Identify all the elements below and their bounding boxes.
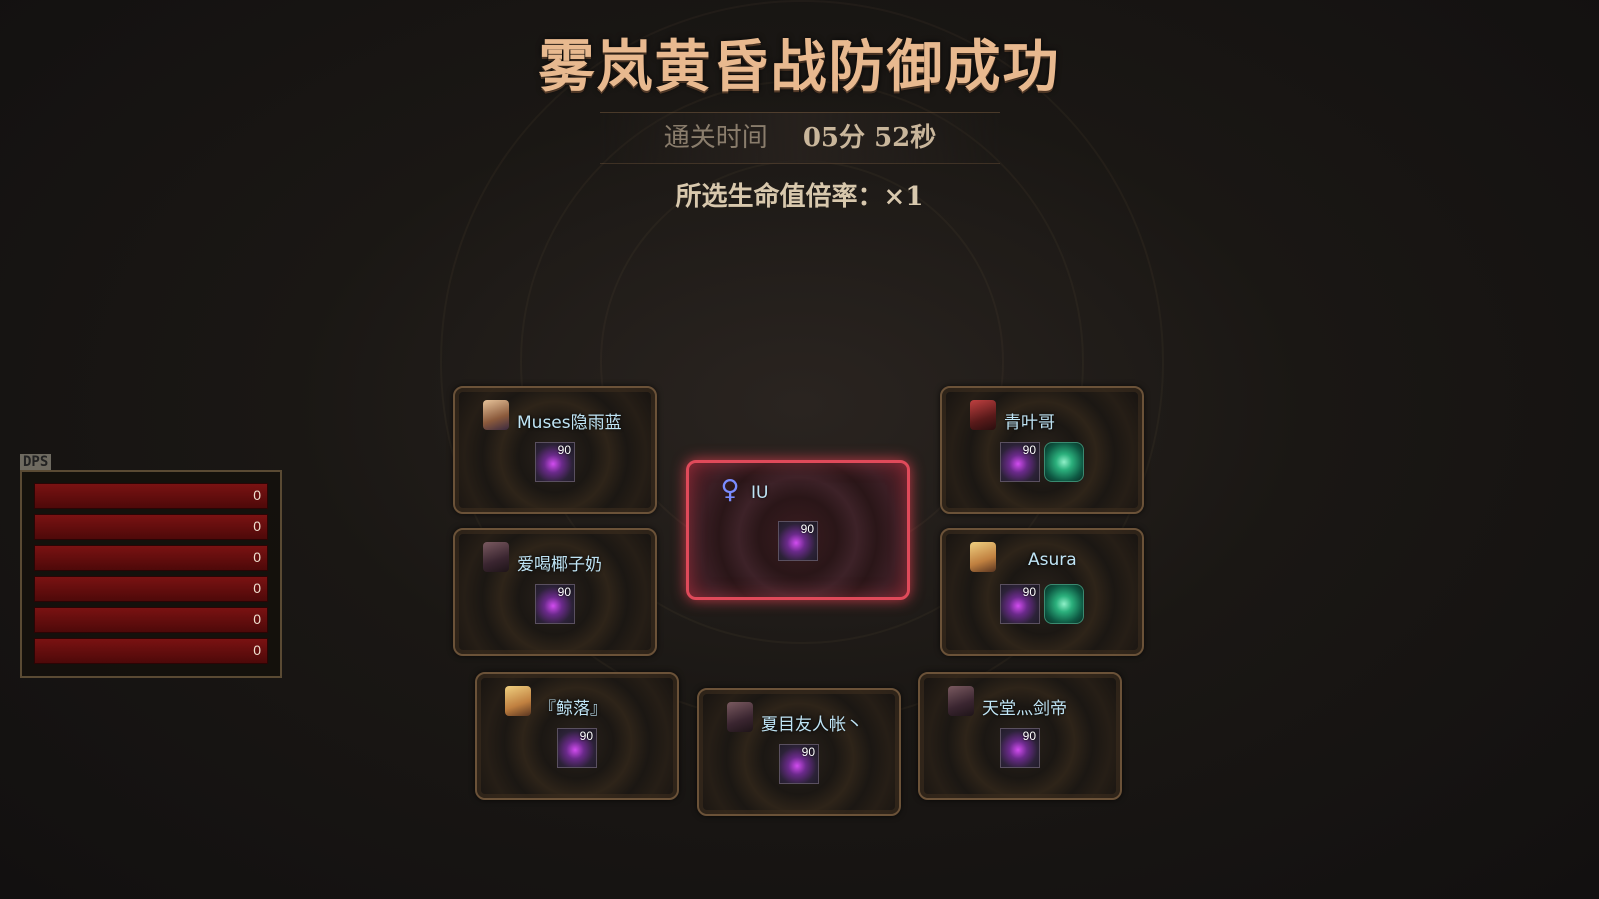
player-card[interactable]: 『鲸落』 90 xyxy=(475,672,679,800)
dps-value: 0 xyxy=(253,487,261,503)
player-avatar xyxy=(970,400,996,430)
dps-bar: 0 xyxy=(34,545,268,571)
purple-crystal-icon[interactable]: 90 xyxy=(779,744,819,784)
dps-bar: 0 xyxy=(34,607,268,633)
purple-crystal-icon[interactable]: 90 xyxy=(557,728,597,768)
player-avatar xyxy=(483,542,509,572)
item-level: 90 xyxy=(800,522,814,536)
clear-time-value: 05分 52秒 xyxy=(802,123,937,153)
player-card[interactable]: 夏目友人帐丶 90 xyxy=(697,688,901,816)
item-level: 90 xyxy=(1022,443,1036,457)
dps-value: 0 xyxy=(253,549,261,565)
dps-bar: 0 xyxy=(34,576,268,602)
purple-crystal-icon[interactable]: 90 xyxy=(535,442,575,482)
equipment-row: 90 xyxy=(942,584,1142,624)
dps-value: 0 xyxy=(253,642,261,658)
dps-value: 0 xyxy=(253,580,261,596)
player-card[interactable]: 青叶哥 90 xyxy=(940,386,1144,514)
player-card[interactable]: 天堂灬剑帝 90 xyxy=(918,672,1122,800)
hp-multiplier-text: 所选生命值倍率：×1 xyxy=(675,182,924,212)
item-level: 90 xyxy=(801,745,815,759)
purple-crystal-icon[interactable]: 90 xyxy=(1000,584,1040,624)
item-level: 90 xyxy=(557,585,571,599)
dps-bar: 0 xyxy=(34,638,268,664)
player-card[interactable]: Muses隐雨蓝 90 xyxy=(453,386,657,514)
player-name: 天堂灬剑帝 xyxy=(982,699,1067,719)
player-card[interactable]: Asura 90 xyxy=(940,528,1144,656)
equipment-row: 90 xyxy=(477,728,677,768)
dps-value: 0 xyxy=(253,611,261,627)
player-name: 青叶哥 xyxy=(1004,413,1055,433)
player-card-self[interactable]: ♀ IU 90 xyxy=(686,460,910,600)
player-avatar xyxy=(727,702,753,732)
dps-bar: 0 xyxy=(34,483,268,509)
equipment-row: 90 xyxy=(699,744,899,784)
equipment-row: 90 xyxy=(920,728,1120,768)
player-name: 夏目友人帐丶 xyxy=(761,715,863,735)
clear-time-row: 通关时间 05分 52秒 xyxy=(600,112,1000,164)
result-title: 雾岚黄昏战防御成功 xyxy=(538,34,1061,100)
equipment-row: 90 xyxy=(455,584,655,624)
location-pin-icon: ♀ xyxy=(720,475,740,505)
dps-panel: 0 0 0 0 0 0 xyxy=(20,470,282,678)
equipment-row: 90 xyxy=(942,442,1142,482)
equipment-row: 90 xyxy=(455,442,655,482)
player-name: IU xyxy=(751,483,769,503)
purple-crystal-icon[interactable]: 90 xyxy=(1000,728,1040,768)
item-level: 90 xyxy=(579,729,593,743)
equipment-row: 90 xyxy=(689,521,907,561)
player-avatar xyxy=(483,400,509,430)
player-avatar xyxy=(948,686,974,716)
green-emblem-icon[interactable] xyxy=(1044,584,1084,624)
item-level: 90 xyxy=(1022,585,1036,599)
clear-time-label: 通关时间 xyxy=(663,123,768,153)
green-emblem-icon[interactable] xyxy=(1044,442,1084,482)
dps-label: DPS xyxy=(20,454,52,470)
dps-value: 0 xyxy=(253,518,261,534)
player-name: Asura xyxy=(1028,550,1077,570)
player-card[interactable]: 爱喝椰子奶 90 xyxy=(453,528,657,656)
player-avatar xyxy=(505,686,531,716)
item-level: 90 xyxy=(1022,729,1036,743)
item-level: 90 xyxy=(557,443,571,457)
player-name: 『鲸落』 xyxy=(539,699,607,719)
player-name: 爱喝椰子奶 xyxy=(517,555,602,575)
dps-bar: 0 xyxy=(34,514,268,540)
purple-crystal-icon[interactable]: 90 xyxy=(778,521,818,561)
player-avatar xyxy=(970,542,996,572)
purple-crystal-icon[interactable]: 90 xyxy=(1000,442,1040,482)
player-name: Muses隐雨蓝 xyxy=(517,413,622,433)
purple-crystal-icon[interactable]: 90 xyxy=(535,584,575,624)
